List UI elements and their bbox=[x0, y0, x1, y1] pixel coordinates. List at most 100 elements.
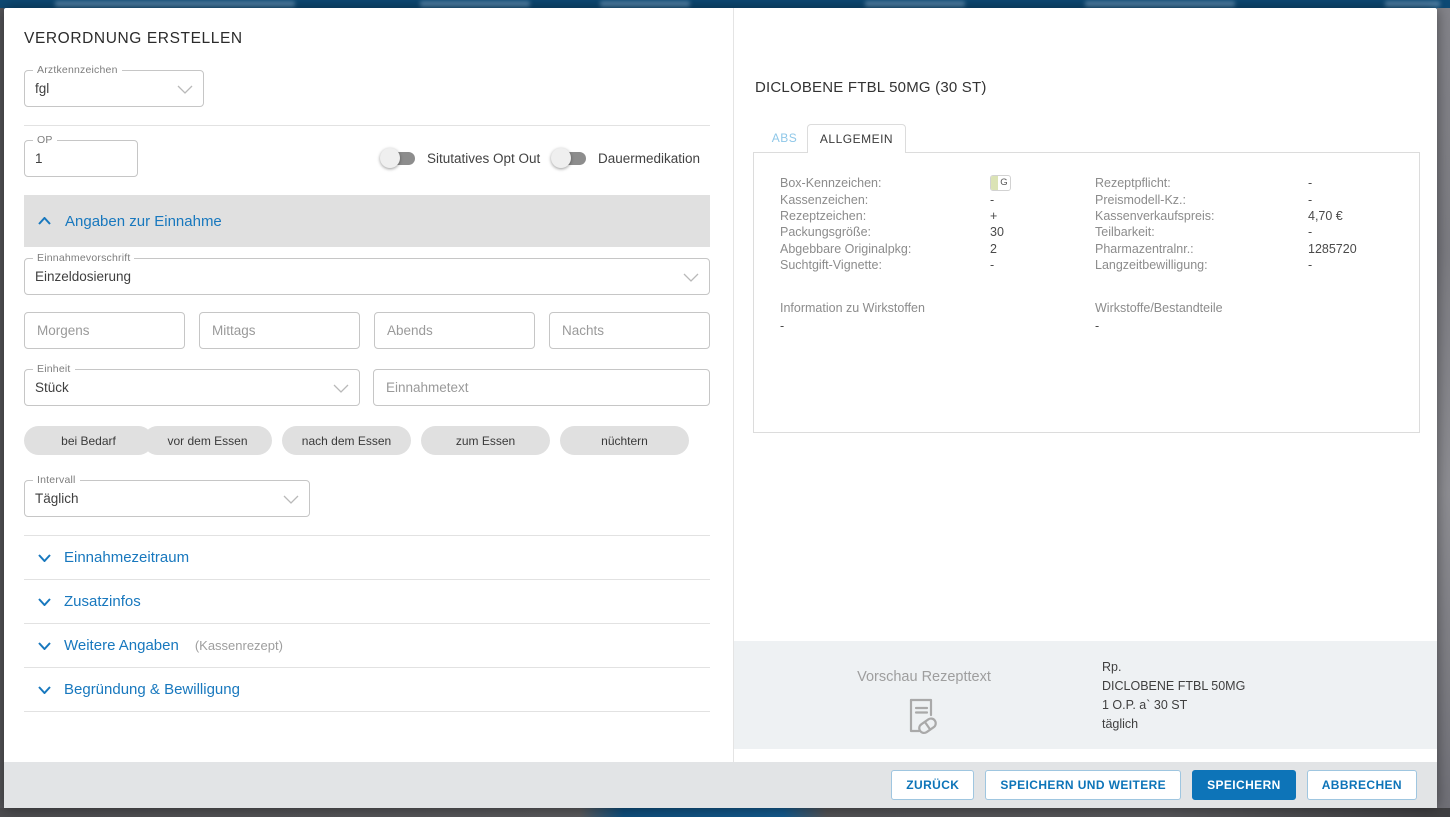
detail-label: Box-Kennzeichen: bbox=[780, 176, 990, 190]
details-right-column: Rezeptpflicht: - Preismodell-Kz.: - Kass… bbox=[1095, 175, 1410, 333]
prescription-document-icon bbox=[902, 697, 940, 739]
situatives-opt-out-toggle[interactable]: Situtatives Opt Out bbox=[380, 148, 540, 168]
section-title: Zusatzinfos bbox=[64, 593, 141, 610]
detail-value: + bbox=[990, 209, 997, 223]
einnahmevorschrift-select[interactable]: Einnahmevorschrift Einzeldosierung bbox=[24, 258, 710, 295]
section-zusatzinfos[interactable]: Zusatzinfos bbox=[24, 580, 710, 624]
detail-label: Preismodell-Kz.: bbox=[1095, 193, 1308, 207]
section-einnahmezeitraum[interactable]: Einnahmezeitraum bbox=[24, 536, 710, 580]
divider bbox=[24, 125, 710, 126]
detail-value: - bbox=[990, 258, 994, 272]
detail-value: - bbox=[1308, 176, 1312, 190]
toggle-off-icon bbox=[551, 148, 587, 168]
toggle-off-icon bbox=[380, 148, 416, 168]
detail-row: Kassenzeichen: - bbox=[780, 191, 1095, 207]
detail-value: - bbox=[990, 193, 994, 207]
section-angaben-zur-einnahme[interactable]: Angaben zur Einnahme bbox=[24, 195, 710, 247]
abbrechen-button[interactable]: ABBRECHEN bbox=[1307, 770, 1417, 800]
rezept-line: Rp. bbox=[1102, 658, 1245, 677]
backdrop-nav-blur bbox=[420, 1, 530, 7]
tab-allgemein[interactable]: ALLGEMEIN bbox=[807, 124, 906, 153]
wirkstoffe-label: Wirkstoffe/Bestandteile bbox=[1095, 301, 1410, 315]
rezepttext-preview: Vorschau Rezepttext Rp. DICLOBENE FTBL 5… bbox=[734, 641, 1437, 749]
wirkstoffe-value: - bbox=[1095, 319, 1410, 333]
detail-label: Suchtgift-Vignette: bbox=[780, 258, 990, 272]
product-title: DICLOBENE FTBL 50MG (30 ST) bbox=[755, 79, 987, 96]
detail-row: Preismodell-Kz.: - bbox=[1095, 191, 1410, 207]
section-weitere-angaben[interactable]: Weitere Angaben (Kassenrezept) bbox=[24, 624, 710, 668]
op-field[interactable]: OP 1 bbox=[24, 140, 138, 177]
einnahmevorschrift-label: Einnahmevorschrift bbox=[33, 252, 134, 264]
chevron-up-icon bbox=[38, 217, 51, 225]
detail-value: 4,70 € bbox=[1308, 209, 1343, 223]
detail-row: Packungsgröße: 30 bbox=[780, 224, 1095, 240]
detail-row: Teilbarkeit: - bbox=[1095, 224, 1410, 240]
wirkstoff-info-block: Information zu Wirkstoffen - bbox=[780, 301, 1095, 333]
chip-bei-bedarf[interactable]: bei Bedarf bbox=[24, 426, 153, 455]
rezepttext-lines: Rp. DICLOBENE FTBL 50MG 1 O.P. a` 30 ST … bbox=[1102, 658, 1245, 734]
detail-row: Suchtgift-Vignette: - bbox=[780, 257, 1095, 273]
chip-nach-dem-essen[interactable]: nach dem Essen bbox=[282, 426, 411, 455]
chevron-down-icon bbox=[177, 85, 193, 94]
op-value: 1 bbox=[35, 151, 43, 166]
backdrop-nav-blur bbox=[55, 1, 295, 7]
backdrop-nav-blur bbox=[1085, 1, 1235, 7]
morgens-input[interactable] bbox=[24, 312, 185, 349]
chip-vor-dem-essen[interactable]: vor dem Essen bbox=[143, 426, 272, 455]
chevron-down-icon bbox=[38, 686, 51, 694]
chevron-down-icon bbox=[38, 598, 51, 606]
section-title: Einnahmezeitraum bbox=[64, 549, 189, 566]
intervall-select[interactable]: Intervall Täglich bbox=[24, 480, 310, 517]
mittags-input[interactable] bbox=[199, 312, 360, 349]
einheit-value: Stück bbox=[35, 380, 69, 395]
section-begruendung-bewilligung[interactable]: Begründung & Bewilligung bbox=[24, 668, 710, 712]
detail-row: Abgebbare Originalpkg: 2 bbox=[780, 241, 1095, 257]
einnahmevorschrift-value: Einzeldosierung bbox=[35, 269, 131, 284]
chevron-down-icon bbox=[333, 384, 349, 393]
detail-row: Pharmazentralnr.: 1285720 bbox=[1095, 241, 1410, 257]
backdrop-nav-blur bbox=[600, 1, 690, 7]
wirkstoffe-block: Wirkstoffe/Bestandteile - bbox=[1095, 301, 1410, 333]
speichern-button[interactable]: SPEICHERN bbox=[1192, 770, 1296, 800]
dauermedikation-toggle[interactable]: Dauermedikation bbox=[551, 148, 700, 168]
chevron-down-icon bbox=[283, 495, 299, 504]
dialog-footer: ZURÜCK SPEICHERN UND WEITERE SPEICHERN A… bbox=[4, 762, 1437, 808]
detail-value: 30 bbox=[990, 225, 1004, 239]
detail-value: - bbox=[1308, 193, 1312, 207]
detail-value: - bbox=[1308, 225, 1312, 239]
detail-label: Packungsgröße: bbox=[780, 225, 990, 239]
einheit-select[interactable]: Einheit Stück bbox=[24, 369, 360, 406]
detail-label: Rezeptzeichen: bbox=[780, 209, 990, 223]
rezept-line: täglich bbox=[1102, 715, 1245, 734]
speichern-und-weitere-button[interactable]: SPEICHERN UND WEITERE bbox=[985, 770, 1181, 800]
backdrop-nav-blur bbox=[1385, 1, 1440, 7]
detail-label: Kassenverkaufspreis: bbox=[1095, 209, 1308, 223]
einheit-label: Einheit bbox=[33, 363, 75, 375]
box-kennzeichen-g-badge: G bbox=[990, 175, 1011, 191]
details-left-column: Box-Kennzeichen: G Kassenzeichen: - Reze… bbox=[780, 175, 1095, 333]
backdrop-top-navbar bbox=[0, 0, 1450, 8]
product-info-card: Box-Kennzeichen: G Kassenzeichen: - Reze… bbox=[753, 152, 1420, 433]
wirkstoff-info-label: Information zu Wirkstoffen bbox=[780, 301, 1095, 315]
detail-value: 1285720 bbox=[1308, 242, 1357, 256]
detail-label: Abgebbare Originalpkg: bbox=[780, 242, 990, 256]
arztkennzeichen-value: fgl bbox=[35, 81, 49, 96]
arztkennzeichen-select[interactable]: Arztkennzeichen fgl bbox=[24, 70, 204, 107]
verordnung-erstellen-dialog: VERORDNUNG ERSTELLEN Arztkennzeichen fgl… bbox=[4, 8, 1437, 808]
abends-input[interactable] bbox=[374, 312, 535, 349]
nachts-input[interactable] bbox=[549, 312, 710, 349]
chip-zum-essen[interactable]: zum Essen bbox=[421, 426, 550, 455]
tab-abs[interactable]: ABS bbox=[762, 131, 807, 151]
section-title: Angaben zur Einnahme bbox=[65, 213, 222, 230]
rezept-line: DICLOBENE FTBL 50MG bbox=[1102, 677, 1245, 696]
backdrop-right-scrollbar bbox=[1437, 8, 1450, 817]
detail-value: - bbox=[1308, 258, 1312, 272]
intervall-label: Intervall bbox=[33, 474, 80, 486]
detail-label: Teilbarkeit: bbox=[1095, 225, 1308, 239]
preview-title: Vorschau Rezepttext bbox=[834, 669, 1014, 685]
chip-nuechtern[interactable]: nüchtern bbox=[560, 426, 689, 455]
section-title: Begründung & Bewilligung bbox=[64, 681, 240, 698]
einnahmetext-input[interactable] bbox=[373, 369, 710, 406]
backdrop-bottom-edge bbox=[0, 808, 1450, 817]
zurueck-button[interactable]: ZURÜCK bbox=[891, 770, 974, 800]
